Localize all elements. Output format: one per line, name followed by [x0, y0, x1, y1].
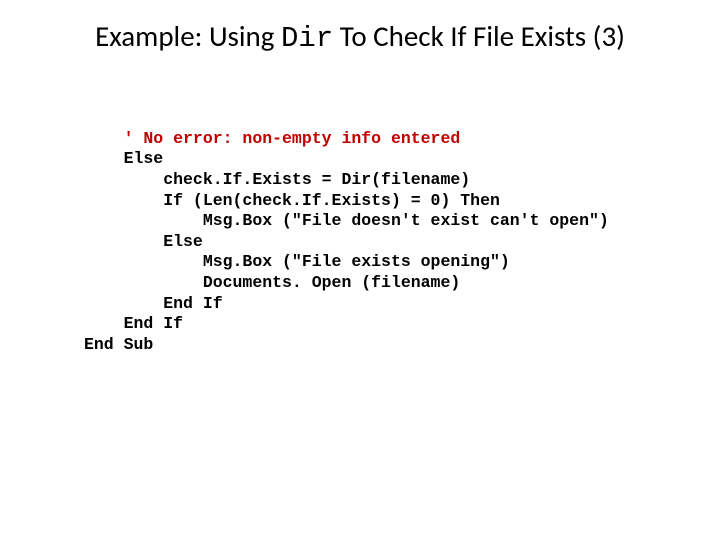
title-suffix: To Check If File Exists (3) — [333, 18, 625, 54]
code-line-3: check.If.Exists = Dir(filename) — [84, 170, 470, 189]
title-mono: Dir — [281, 22, 333, 55]
code-line-9: End If — [84, 294, 223, 313]
slide: Example: Using Dir To Check If File Exis… — [0, 0, 720, 540]
code-line-2: Else — [84, 149, 163, 168]
code-line-4: If (Len(check.If.Exists) = 0) Then — [84, 191, 500, 210]
title-prefix: Example: Using — [95, 18, 281, 54]
code-line-7: Msg.Box ("File exists opening") — [84, 252, 510, 271]
code-line-5: Msg.Box ("File doesn't exist can't open"… — [84, 211, 609, 230]
code-line-10: End If — [84, 314, 183, 333]
code-line-8: Documents. Open (filename) — [84, 273, 460, 292]
slide-title: Example: Using Dir To Check If File Exis… — [0, 18, 720, 55]
code-block: ' No error: non-empty info entered Else … — [84, 108, 609, 356]
code-line-11: End Sub — [84, 335, 153, 354]
code-line-6: Else — [84, 232, 203, 251]
code-line-1: ' No error: non-empty info entered — [84, 129, 460, 148]
